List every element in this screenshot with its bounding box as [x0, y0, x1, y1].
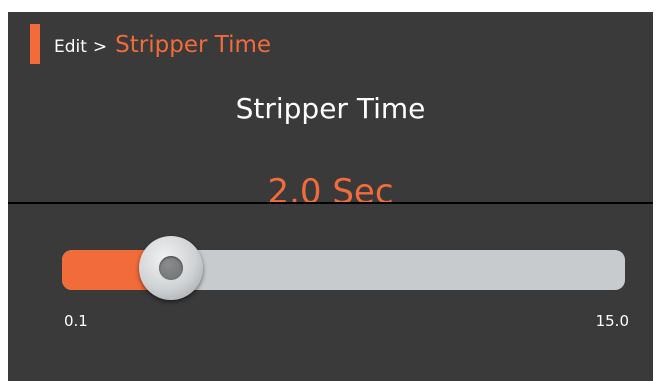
parameter-title: Stripper Time	[235, 92, 426, 125]
settings-screen: Edit > Stripper Time Stripper Time 2.0 S…	[8, 12, 653, 381]
slider-thumb-core	[159, 256, 184, 280]
breadcrumb-separator: >	[92, 37, 108, 57]
slider-thumb[interactable]	[139, 236, 204, 300]
slider-min-label: 0.1	[64, 312, 88, 330]
breadcrumb: Edit > Stripper Time	[54, 32, 271, 62]
breadcrumb-edit-link[interactable]: Edit	[54, 37, 87, 57]
header-accent-bar	[30, 24, 40, 64]
slider-max-label: 15.0	[595, 312, 629, 330]
parameter-value: 2.0 Sec	[267, 172, 394, 212]
breadcrumb-current: Stripper Time	[115, 32, 272, 58]
divider-line	[8, 202, 653, 204]
